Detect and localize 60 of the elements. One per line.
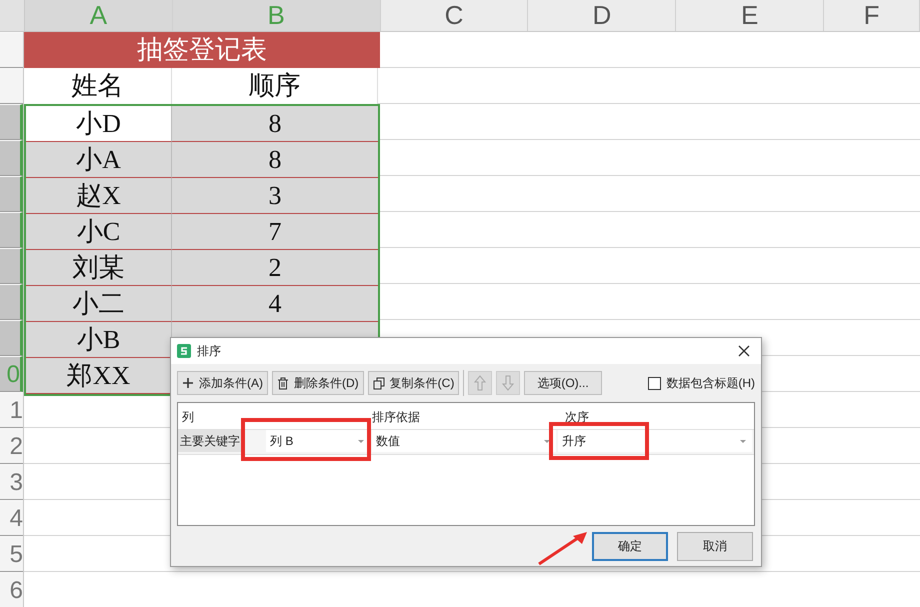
row-header[interactable] — [0, 212, 23, 248]
up-arrow-icon — [474, 375, 486, 391]
row-header[interactable] — [0, 104, 23, 140]
cancel-button[interactable]: 取消 — [677, 532, 753, 561]
grid-header: 次序 — [565, 409, 589, 426]
row-header[interactable]: 5 — [0, 536, 23, 572]
table-cell: 3 — [172, 178, 378, 214]
table-cell: 8 — [172, 142, 378, 178]
row-header[interactable]: 1 — [0, 392, 23, 428]
table-cell: 2 — [172, 250, 378, 286]
table-cell: 刘某 — [26, 250, 172, 286]
column-header[interactable]: E — [676, 0, 824, 31]
row-header[interactable] — [0, 248, 23, 284]
table-title: 抽签登记表 — [24, 32, 380, 68]
row-header[interactable] — [0, 320, 23, 356]
table-cell: 小B — [26, 322, 172, 358]
toolbar-button[interactable]: 添加条件(A) — [177, 371, 268, 395]
close-icon[interactable] — [737, 344, 751, 358]
grid-header: 排序依据 — [372, 409, 420, 426]
table-cell: 8 — [172, 106, 378, 142]
row-header[interactable]: 4 — [0, 500, 23, 536]
row-header[interactable]: 2 — [0, 428, 23, 464]
dialog-title: 排序 — [197, 342, 221, 360]
column-header[interactable]: C — [380, 0, 528, 31]
row-header[interactable] — [0, 32, 23, 68]
row-header[interactable]: 6 — [0, 572, 23, 607]
order-dropdown[interactable]: 升序 — [558, 430, 752, 452]
ok-button[interactable]: 确定 — [592, 532, 668, 561]
basis-dropdown[interactable]: 数值 — [372, 430, 556, 452]
app-icon — [177, 344, 191, 358]
table-header: 顺序 — [172, 68, 378, 104]
copy-icon — [372, 376, 385, 390]
plus-icon — [182, 377, 194, 389]
table-cell: 小D — [26, 106, 172, 142]
table-header: 姓名 — [24, 68, 172, 104]
row-header[interactable] — [0, 176, 23, 212]
table-cell: 小A — [26, 142, 172, 178]
checkbox-label: 数据包含标题(H) — [666, 374, 755, 392]
table-cell: 郑XX — [26, 358, 172, 394]
grid-header: 列 — [182, 409, 194, 426]
column-header[interactable]: D — [528, 0, 676, 31]
table-cell: 4 — [172, 286, 378, 322]
down-arrow-icon — [502, 375, 514, 391]
checkbox[interactable] — [648, 376, 662, 390]
row-header[interactable]: 3 — [0, 464, 23, 500]
annotation-arrow — [537, 530, 589, 566]
row-header[interactable] — [0, 284, 23, 320]
table-cell: 7 — [172, 214, 378, 250]
trash-icon — [277, 376, 289, 390]
column-dropdown[interactable]: 列 B — [266, 430, 370, 452]
row-header[interactable] — [0, 68, 23, 104]
toolbar-button[interactable]: 选项(O)... — [524, 371, 602, 395]
key-label: 主要关键字 — [178, 430, 244, 452]
table-cell: 小二 — [26, 286, 172, 322]
toolbar-button[interactable]: 复制条件(C) — [368, 371, 460, 395]
column-header[interactable]: F — [824, 0, 920, 31]
row-header[interactable] — [0, 140, 23, 176]
toolbar-button[interactable]: 删除条件(D) — [272, 371, 364, 395]
table-cell: 赵X — [26, 178, 172, 214]
table-cell: 小C — [26, 214, 172, 250]
